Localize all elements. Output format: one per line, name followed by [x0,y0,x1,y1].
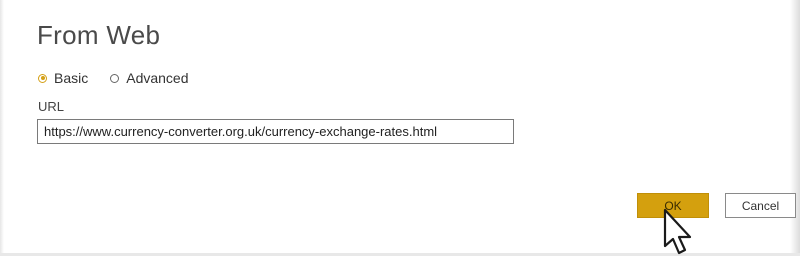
advanced-radio[interactable]: Advanced [110,70,189,86]
basic-radio-label: Basic [54,70,89,86]
mode-radio-group: Basic Advanced [38,70,211,86]
dialog-left-border [0,0,4,256]
radio-checked-icon[interactable] [38,73,47,83]
advanced-radio-label: Advanced [126,70,189,86]
url-input[interactable] [37,119,514,144]
from-web-dialog: From Web Basic Advanced URL OK Cancel [0,0,800,256]
radio-unchecked-icon[interactable] [110,73,120,83]
dialog-title: From Web [37,20,161,50]
basic-radio[interactable]: Basic [38,70,88,86]
cancel-button[interactable]: Cancel [725,193,796,218]
url-label: URL [38,99,65,114]
mouse-pointer-icon [663,208,692,255]
